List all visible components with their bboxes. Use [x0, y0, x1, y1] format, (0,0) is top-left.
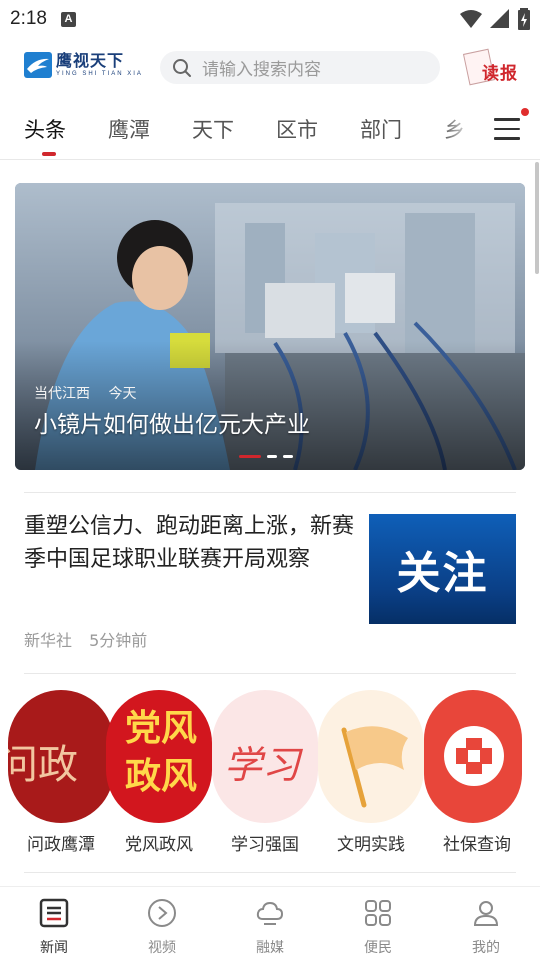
nav-news[interactable]: 新闻: [14, 897, 94, 957]
xuexi-icon-text: 学习: [224, 743, 301, 787]
bottom-navigation: 新闻 视频 融媒 便民 我的: [0, 886, 540, 960]
dangfeng-icon: 党风政风: [106, 690, 212, 823]
header: 鹰视天下 YING SHI TIAN XIA 请输入搜索内容 读报: [0, 44, 540, 92]
logo-eagle-icon: [24, 52, 52, 78]
featured-banner[interactable]: 当代江西 今天 小镜片如何做出亿元大产业: [15, 183, 525, 470]
status-time: 2:18: [10, 8, 47, 29]
notification-icon: A: [60, 11, 76, 27]
grid-icon: [365, 900, 391, 926]
banner-meta: 当代江西 今天: [34, 383, 136, 403]
read-paper-label: 读报: [482, 64, 518, 84]
search-input[interactable]: 请输入搜索内容: [160, 51, 440, 84]
nav-label: 融媒: [256, 940, 284, 956]
notification-dot: [521, 108, 529, 116]
user-icon: [473, 901, 499, 926]
active-tab-indicator: [42, 152, 56, 156]
wenzheng-icon: 问政: [8, 690, 114, 823]
article-title[interactable]: 重塑公信力、跑动距离上涨，新赛季中国足球职业联赛开局观察: [24, 510, 360, 576]
shortcut-label: 社保查询: [443, 835, 511, 855]
shortcut-dangfeng[interactable]: 党风政风 党风政风: [106, 690, 212, 855]
nav-label: 视频: [148, 940, 176, 956]
shortcut-label: 问政鹰潭: [27, 835, 95, 855]
nav-media[interactable]: 融媒: [230, 897, 310, 957]
nav-label: 新闻: [40, 940, 68, 956]
shortcut-label: 党风政风: [125, 835, 193, 855]
divider: [24, 673, 516, 674]
tab-world[interactable]: 天下: [192, 114, 234, 144]
divider: [24, 492, 516, 493]
service-shortcuts: 问政 问政鹰潭 党风政风 党风政风 学习 学习强国 文明实践 社保查询: [0, 690, 540, 860]
article-source: 新华社: [24, 631, 73, 650]
shortcut-xuexi[interactable]: 学习 学习强国: [212, 690, 318, 855]
article-thumbnail[interactable]: 关注: [369, 514, 516, 624]
status-indicators: [460, 8, 530, 30]
shortcut-label: 文明实践: [337, 835, 405, 855]
signal-icon: [490, 9, 509, 28]
tab-departments[interactable]: 部门: [360, 114, 402, 144]
divider: [24, 872, 516, 873]
article-thumbnail-text: 关注: [396, 548, 489, 599]
nav-profile[interactable]: 我的: [446, 897, 526, 957]
wenzheng-icon-text: 问政: [8, 742, 78, 788]
menu-icon[interactable]: [494, 118, 520, 142]
nav-label: 便民: [364, 940, 392, 956]
shortcut-wenzheng[interactable]: 问政 问政鹰潭: [8, 690, 114, 855]
carousel-indicator: [239, 455, 293, 458]
shortcut-shebao[interactable]: 社保查询: [424, 690, 530, 855]
tab-headlines[interactable]: 头条: [24, 114, 66, 144]
nav-video[interactable]: 视频: [122, 897, 202, 957]
carousel-dot[interactable]: [239, 455, 261, 458]
banner-title: 小镜片如何做出亿元大产业: [34, 412, 310, 438]
xuexi-icon: 学习: [212, 690, 318, 823]
medical-cross-icon: [424, 690, 522, 823]
search-icon: [173, 58, 191, 77]
carousel-dot[interactable]: [267, 455, 277, 458]
nav-label: 我的: [472, 940, 500, 956]
logo-subtitle: YING SHI TIAN XIA: [56, 71, 143, 77]
search-placeholder: 请输入搜索内容: [202, 60, 321, 80]
tab-districts[interactable]: 区市: [276, 114, 318, 144]
shortcut-wenming[interactable]: 文明实践: [318, 690, 424, 855]
nav-services[interactable]: 便民: [338, 897, 418, 957]
article-meta: 新华社 5分钟前: [24, 627, 147, 651]
dangfeng-icon-text: 党风政风: [124, 707, 197, 797]
tab-fade: [442, 104, 482, 159]
article-time: 5分钟前: [89, 631, 148, 650]
battery-icon: [518, 8, 530, 30]
wifi-icon: [460, 10, 482, 28]
banner-time: 今天: [108, 386, 137, 402]
news-icon: [39, 898, 69, 928]
logo-title: 鹰视天下: [56, 51, 125, 70]
read-paper-button[interactable]: 读报: [462, 48, 526, 87]
status-bar: 2:18 A: [0, 0, 540, 38]
play-icon: [148, 899, 176, 927]
flag-icon: [318, 690, 424, 823]
shortcut-label: 学习强国: [231, 835, 299, 855]
app-logo[interactable]: 鹰视天下 YING SHI TIAN XIA: [24, 52, 143, 78]
banner-source: 当代江西: [34, 386, 90, 402]
cloud-icon: [256, 901, 284, 925]
carousel-dot[interactable]: [283, 455, 293, 458]
scrollbar[interactable]: [535, 162, 539, 274]
tab-yingtan[interactable]: 鹰潭: [108, 114, 150, 144]
category-tabs: 头条 鹰潭 天下 区市 部门 乡: [0, 104, 540, 160]
